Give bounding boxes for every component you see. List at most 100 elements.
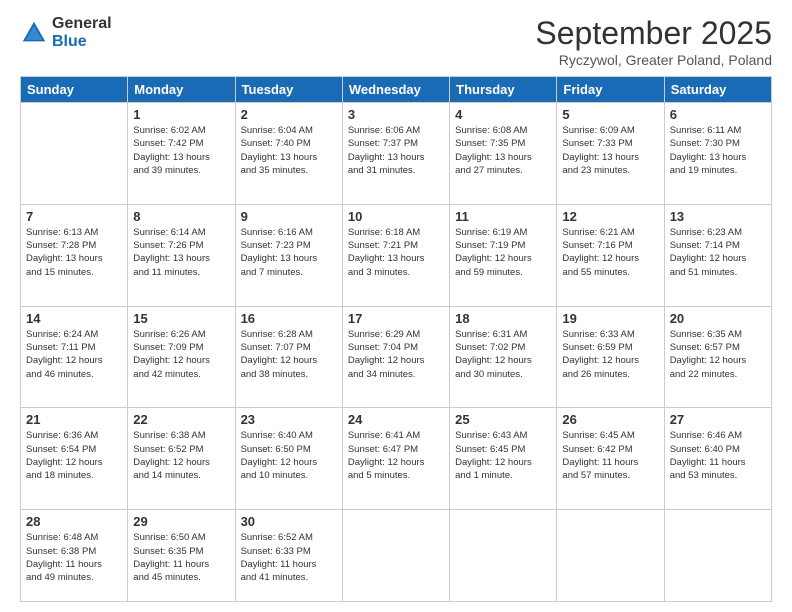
logo: General Blue (20, 15, 112, 50)
day-number: 7 (26, 209, 122, 224)
day-info: Sunrise: 6:11 AM Sunset: 7:30 PM Dayligh… (670, 124, 766, 177)
weekday-header-monday: Monday (128, 77, 235, 103)
calendar-cell: 7Sunrise: 6:13 AM Sunset: 7:28 PM Daylig… (21, 204, 128, 306)
weekday-header-saturday: Saturday (664, 77, 771, 103)
day-info: Sunrise: 6:09 AM Sunset: 7:33 PM Dayligh… (562, 124, 658, 177)
day-info: Sunrise: 6:50 AM Sunset: 6:35 PM Dayligh… (133, 531, 229, 584)
calendar-cell: 3 Sunrise: 6:06 AM Sunset: 7:37 PM Daylig… (342, 103, 449, 205)
day-info: Sunrise: 6:04 AM Sunset: 7:40 PM Dayligh… (241, 124, 337, 177)
day-info: Sunrise: 6:02 AM Sunset: 7:42 PM Dayligh… (133, 124, 229, 177)
day-number: 16 (241, 311, 337, 326)
day-number: 4 (455, 107, 551, 122)
day-info: Sunrise: 6:24 AM Sunset: 7:11 PM Dayligh… (26, 328, 122, 381)
day-info: Sunrise: 6:45 AM Sunset: 6:42 PM Dayligh… (562, 429, 658, 482)
weekday-header-wednesday: Wednesday (342, 77, 449, 103)
day-number: 20 (670, 311, 766, 326)
calendar-cell: 20 Sunrise: 6:35 AM Sunset: 6:57 PM Dayli… (664, 306, 771, 408)
day-number: 17 (348, 311, 444, 326)
calendar-cell: 23 Sunrise: 6:40 AM Sunset: 6:50 PM Dayli… (235, 408, 342, 510)
day-number: 15 (133, 311, 229, 326)
day-number: 6 (670, 107, 766, 122)
calendar-cell: 29Sunrise: 6:50 AM Sunset: 6:35 PM Dayli… (128, 510, 235, 602)
calendar-cell: 1 Sunrise: 6:02 AM Sunset: 7:42 PM Daylig… (128, 103, 235, 205)
week-row-1: 1 Sunrise: 6:02 AM Sunset: 7:42 PM Daylig… (21, 103, 772, 205)
day-info: Sunrise: 6:19 AM Sunset: 7:19 PM Dayligh… (455, 226, 551, 279)
day-number: 10 (348, 209, 444, 224)
day-info: Sunrise: 6:08 AM Sunset: 7:35 PM Dayligh… (455, 124, 551, 177)
calendar-cell: 24 Sunrise: 6:41 AM Sunset: 6:47 PM Dayli… (342, 408, 449, 510)
day-number: 3 (348, 107, 444, 122)
week-row-3: 14 Sunrise: 6:24 AM Sunset: 7:11 PM Dayli… (21, 306, 772, 408)
week-row-5: 28 Sunrise: 6:48 AM Sunset: 6:38 PM Dayli… (21, 510, 772, 602)
calendar-cell: 25 Sunrise: 6:43 AM Sunset: 6:45 PM Dayli… (450, 408, 557, 510)
day-number: 1 (133, 107, 229, 122)
calendar-cell: 10 Sunrise: 6:18 AM Sunset: 7:21 PM Dayli… (342, 204, 449, 306)
calendar-cell: 22 Sunrise: 6:38 AM Sunset: 6:52 PM Dayli… (128, 408, 235, 510)
calendar-cell: 5 Sunrise: 6:09 AM Sunset: 7:33 PM Daylig… (557, 103, 664, 205)
calendar-cell: 17 Sunrise: 6:29 AM Sunset: 7:04 PM Dayli… (342, 306, 449, 408)
day-info: Sunrise: 6:43 AM Sunset: 6:45 PM Dayligh… (455, 429, 551, 482)
day-number: 18 (455, 311, 551, 326)
calendar-cell: 28 Sunrise: 6:48 AM Sunset: 6:38 PM Dayli… (21, 510, 128, 602)
weekday-header-thursday: Thursday (450, 77, 557, 103)
day-info: Sunrise: 6:23 AM Sunset: 7:14 PM Dayligh… (670, 226, 766, 279)
calendar-cell: 12 Sunrise: 6:21 AM Sunset: 7:16 PM Dayli… (557, 204, 664, 306)
day-number: 11 (455, 209, 551, 224)
day-number: 22 (133, 412, 229, 427)
title-section: September 2025 Ryczywol, Greater Poland,… (535, 15, 772, 68)
day-info: Sunrise: 6:46 AM Sunset: 6:40 PM Dayligh… (670, 429, 766, 482)
calendar-cell (664, 510, 771, 602)
day-info: Sunrise: 6:38 AM Sunset: 6:52 PM Dayligh… (133, 429, 229, 482)
day-info: Sunrise: 6:18 AM Sunset: 7:21 PM Dayligh… (348, 226, 444, 279)
day-number: 14 (26, 311, 122, 326)
day-number: 24 (348, 412, 444, 427)
day-number: 2 (241, 107, 337, 122)
calendar-cell (557, 510, 664, 602)
day-info: Sunrise: 6:06 AM Sunset: 7:37 PM Dayligh… (348, 124, 444, 177)
day-info: Sunrise: 6:14 AM Sunset: 7:26 PM Dayligh… (133, 226, 229, 279)
month-title: September 2025 (535, 15, 772, 52)
day-number: 12 (562, 209, 658, 224)
day-number: 28 (26, 514, 122, 529)
day-info: Sunrise: 6:52 AM Sunset: 6:33 PM Dayligh… (241, 531, 337, 584)
day-info: Sunrise: 6:41 AM Sunset: 6:47 PM Dayligh… (348, 429, 444, 482)
calendar-cell: 8 Sunrise: 6:14 AM Sunset: 7:26 PM Daylig… (128, 204, 235, 306)
day-info: Sunrise: 6:26 AM Sunset: 7:09 PM Dayligh… (133, 328, 229, 381)
day-number: 25 (455, 412, 551, 427)
day-info: Sunrise: 6:35 AM Sunset: 6:57 PM Dayligh… (670, 328, 766, 381)
day-number: 8 (133, 209, 229, 224)
calendar-cell: 4 Sunrise: 6:08 AM Sunset: 7:35 PM Daylig… (450, 103, 557, 205)
day-number: 13 (670, 209, 766, 224)
day-number: 9 (241, 209, 337, 224)
weekday-header-row: SundayMondayTuesdayWednesdayThursdayFrid… (21, 77, 772, 103)
calendar-cell: 27 Sunrise: 6:46 AM Sunset: 6:40 PM Dayli… (664, 408, 771, 510)
location: Ryczywol, Greater Poland, Poland (535, 52, 772, 68)
page: General Blue September 2025 Ryczywol, Gr… (0, 0, 792, 612)
calendar-cell: 6 Sunrise: 6:11 AM Sunset: 7:30 PM Daylig… (664, 103, 771, 205)
calendar-cell: 19Sunrise: 6:33 AM Sunset: 6:59 PM Dayli… (557, 306, 664, 408)
day-number: 5 (562, 107, 658, 122)
day-info: Sunrise: 6:48 AM Sunset: 6:38 PM Dayligh… (26, 531, 122, 584)
logo-general: General (52, 15, 112, 33)
day-info: Sunrise: 6:28 AM Sunset: 7:07 PM Dayligh… (241, 328, 337, 381)
day-number: 26 (562, 412, 658, 427)
calendar-cell: 16 Sunrise: 6:28 AM Sunset: 7:07 PM Dayli… (235, 306, 342, 408)
day-info: Sunrise: 6:31 AM Sunset: 7:02 PM Dayligh… (455, 328, 551, 381)
calendar-cell: 30Sunrise: 6:52 AM Sunset: 6:33 PM Dayli… (235, 510, 342, 602)
week-row-4: 21Sunrise: 6:36 AM Sunset: 6:54 PM Dayli… (21, 408, 772, 510)
day-info: Sunrise: 6:40 AM Sunset: 6:50 PM Dayligh… (241, 429, 337, 482)
calendar-cell: 11 Sunrise: 6:19 AM Sunset: 7:19 PM Dayli… (450, 204, 557, 306)
logo-blue: Blue (52, 33, 112, 51)
calendar-cell: 18 Sunrise: 6:31 AM Sunset: 7:02 PM Dayli… (450, 306, 557, 408)
weekday-header-sunday: Sunday (21, 77, 128, 103)
week-row-2: 7Sunrise: 6:13 AM Sunset: 7:28 PM Daylig… (21, 204, 772, 306)
logo-text: General Blue (52, 15, 112, 50)
calendar-cell: 26 Sunrise: 6:45 AM Sunset: 6:42 PM Dayli… (557, 408, 664, 510)
day-number: 23 (241, 412, 337, 427)
day-info: Sunrise: 6:29 AM Sunset: 7:04 PM Dayligh… (348, 328, 444, 381)
weekday-header-friday: Friday (557, 77, 664, 103)
day-info: Sunrise: 6:21 AM Sunset: 7:16 PM Dayligh… (562, 226, 658, 279)
day-number: 27 (670, 412, 766, 427)
header: General Blue September 2025 Ryczywol, Gr… (20, 15, 772, 68)
weekday-header-tuesday: Tuesday (235, 77, 342, 103)
